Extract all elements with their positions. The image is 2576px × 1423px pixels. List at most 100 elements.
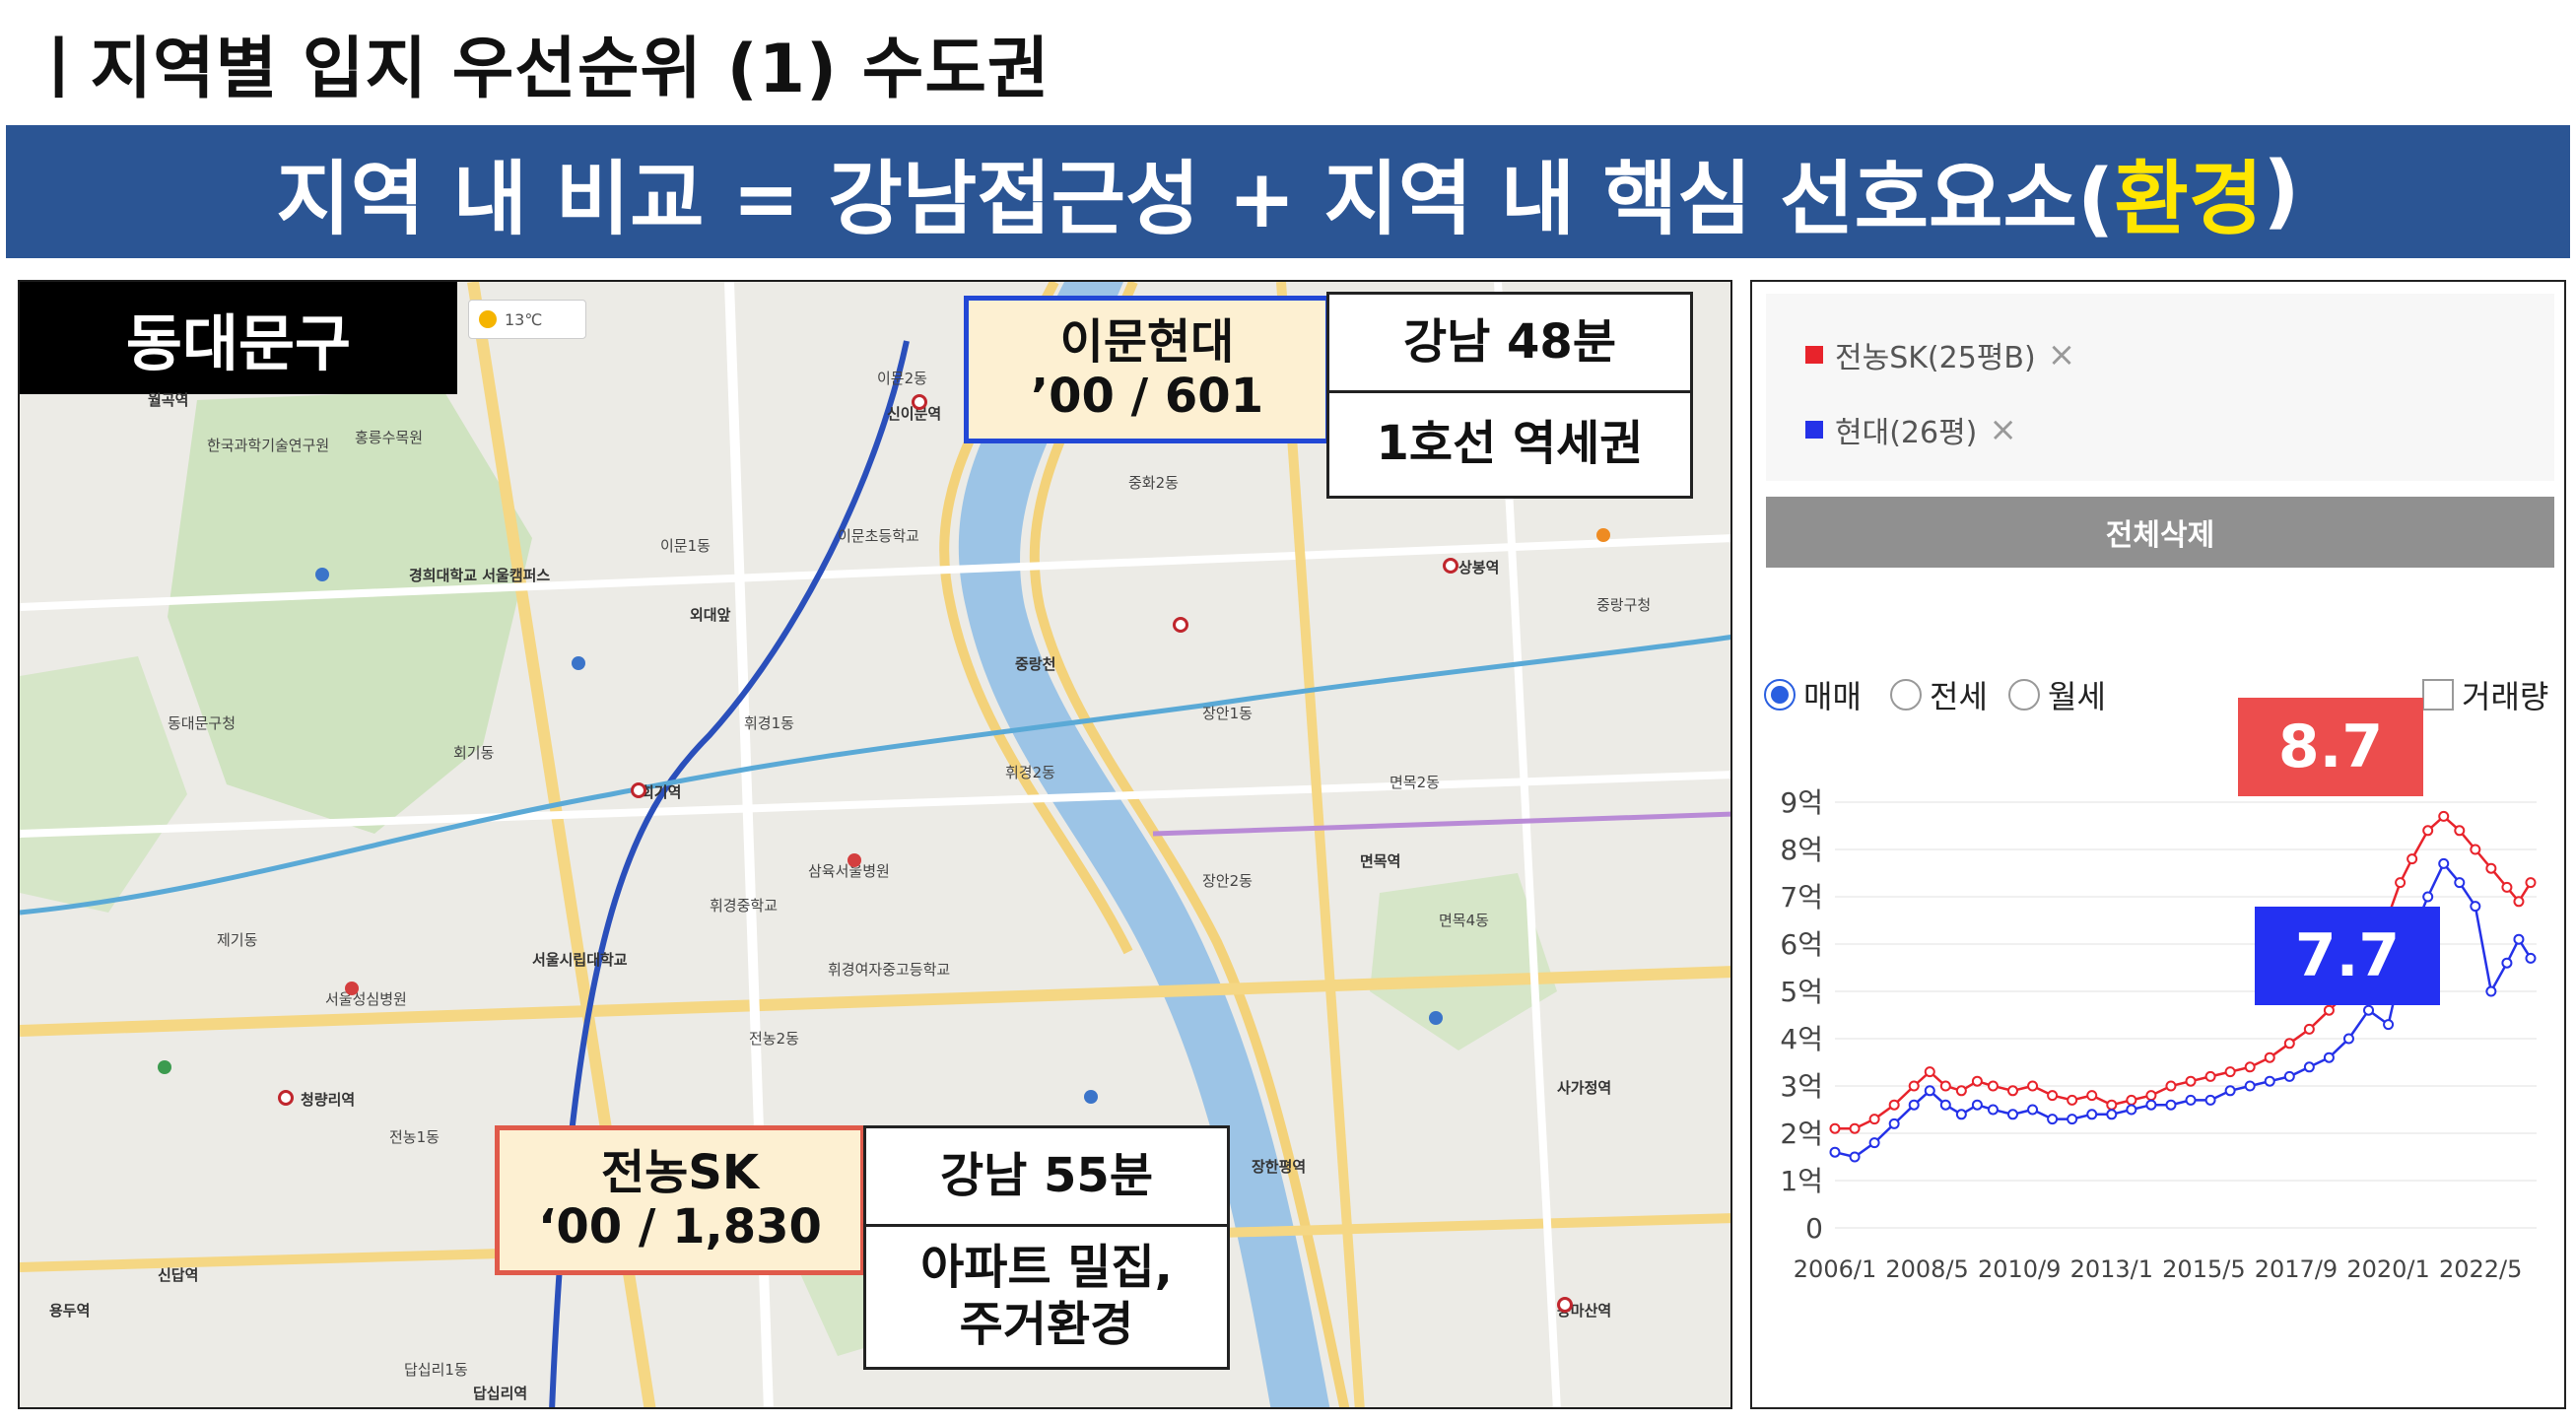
data-point (2470, 844, 2481, 855)
data-point (2342, 1033, 2354, 1045)
radio-jeonse[interactable]: 전세 (1890, 672, 1988, 717)
station-marker[interactable] (1443, 558, 1458, 574)
weather-chip[interactable]: 13℃ (468, 300, 586, 339)
place-pin[interactable] (572, 656, 585, 670)
station-marker[interactable] (1557, 1297, 1573, 1313)
y-tick-label: 7억 (1780, 881, 1823, 914)
data-point (2485, 985, 2497, 997)
data-point (2525, 952, 2537, 964)
radio-selected-icon[interactable] (1764, 679, 1796, 711)
station-marker[interactable] (912, 394, 927, 410)
x-tick-label: 2015/5 (2162, 1255, 2245, 1283)
map-label[interactable]: 상봉역 (1458, 560, 1499, 576)
map-panel[interactable]: 동대문구 13℃ 월곡역 홍릉수목원 한국과학기술연구원 경희대학교 서울캠퍼스… (18, 280, 1732, 1409)
map-label[interactable]: 사가정역 (1557, 1080, 1611, 1097)
data-point (2224, 1085, 2236, 1097)
map-label[interactable]: 답십리역 (473, 1386, 527, 1402)
map-label[interactable]: 장안1동 (1202, 706, 1253, 722)
place-pin[interactable] (1084, 1090, 1098, 1104)
map-label[interactable]: 이문1동 (660, 538, 711, 555)
radio-sale[interactable]: 매매 (1764, 672, 1862, 717)
map-label[interactable]: 휘경중학교 (710, 898, 778, 915)
map-label[interactable]: 제기동 (217, 932, 257, 949)
map-label[interactable]: 신답역 (158, 1267, 198, 1284)
y-tick-label: 1억 (1780, 1165, 1823, 1197)
hospital-pin[interactable] (847, 853, 861, 867)
jeon-commute: 강남 55분 (866, 1128, 1227, 1227)
data-point (2454, 877, 2466, 889)
map-label[interactable]: 동대문구청 (168, 715, 236, 732)
station-marker[interactable] (1173, 617, 1188, 633)
data-point (2204, 1070, 2216, 1082)
data-point (2422, 891, 2434, 903)
map-label[interactable]: 중화2동 (1128, 475, 1179, 492)
slide: ㅣ지역별 입지 우선순위 (1) 수도권 지역 내 비교 = 강남접근성 + 지… (0, 0, 2576, 1423)
station-marker[interactable] (278, 1090, 294, 1106)
map-label[interactable]: 청량리역 (301, 1092, 355, 1109)
place-pin[interactable] (315, 568, 329, 581)
data-point (2185, 1094, 2197, 1106)
radio-icon[interactable] (1890, 679, 1922, 711)
data-point (2244, 1080, 2256, 1092)
data-point (2047, 1090, 2059, 1102)
map-label[interactable]: 홍릉수목원 (355, 430, 423, 446)
red-peak-callout: 8.7 (2238, 698, 2423, 796)
data-point (2106, 1099, 2118, 1111)
data-point (2145, 1099, 2157, 1111)
data-point (1849, 1122, 1861, 1134)
data-point (2224, 1066, 2236, 1078)
map-label[interactable]: 중랑천 (1015, 656, 1055, 673)
map-label[interactable]: 서울성심병원 (325, 991, 407, 1008)
map-label[interactable]: 전농1동 (389, 1129, 440, 1146)
x-tick-label: 2022/5 (2439, 1255, 2522, 1283)
checkbox-icon[interactable] (2422, 679, 2454, 711)
data-point (2501, 881, 2513, 893)
y-tick-label: 9억 (1780, 786, 1823, 819)
x-tick-label: 2006/1 (1794, 1255, 1876, 1283)
map-label[interactable]: 서울시립대학교 (532, 952, 628, 969)
map-label[interactable]: 이문2동 (877, 371, 927, 387)
jeon-name: 전농SK (600, 1144, 760, 1200)
map-label[interactable]: 휘경여자중고등학교 (828, 962, 950, 979)
place-pin[interactable] (1429, 1011, 1443, 1025)
data-point (2165, 1099, 2177, 1111)
data-point (2407, 853, 2418, 865)
data-point (2007, 1085, 2019, 1097)
map-label[interactable]: 삼육서울병원 (808, 863, 890, 880)
map-label[interactable]: 장한평역 (1252, 1159, 1306, 1176)
hospital-pin[interactable] (345, 982, 359, 995)
map-label[interactable]: 외대앞 (690, 607, 730, 624)
jeon-feature-2: 주거환경 (959, 1297, 1134, 1352)
park-pin[interactable] (158, 1060, 171, 1074)
radio-icon[interactable] (2008, 679, 2040, 711)
volume-toggle[interactable]: 거래량 (2422, 672, 2548, 717)
map-label[interactable]: 답십리1동 (404, 1362, 468, 1379)
map-label[interactable]: 한국과학기술연구원 (207, 438, 329, 454)
map-label[interactable]: 면목2동 (1390, 775, 1440, 791)
station-marker[interactable] (631, 782, 646, 798)
map-label[interactable]: 면목역 (1360, 853, 1400, 870)
x-tick-label: 2020/1 (2346, 1255, 2429, 1283)
map-label[interactable]: 휘경1동 (744, 715, 794, 732)
data-point (1849, 1151, 1861, 1163)
slide-title: ㅣ지역별 입지 우선순위 (1) 수도권 (28, 31, 1051, 108)
shop-pin[interactable] (1596, 528, 1610, 542)
map-label[interactable]: 이문초등학교 (838, 528, 919, 545)
map-label[interactable]: 면목4동 (1439, 913, 1489, 929)
map-label[interactable]: 용두역 (49, 1303, 90, 1320)
map-label[interactable]: 회기역 (641, 784, 681, 801)
map-label[interactable]: 경희대학교 서울캠퍼스 (409, 568, 550, 584)
data-point (2067, 1114, 2078, 1125)
map-label[interactable]: 장안2동 (1202, 873, 1253, 890)
map-label[interactable]: 월곡역 (148, 392, 188, 409)
price-chart: 9억 8억 7억 6억 5억 4억 3억 2억 1억 0 2006/1 2008/5 2010/9 201… (1780, 786, 2537, 1283)
map-label[interactable]: 회기동 (453, 745, 494, 762)
data-point (1888, 1099, 1900, 1111)
data-point (2027, 1080, 2039, 1092)
map-label[interactable]: 전농2동 (749, 1031, 799, 1048)
map-label[interactable]: 중랑구청 (1596, 597, 1651, 614)
radio-monthly[interactable]: 월세 (2008, 672, 2106, 717)
map-label[interactable]: 휘경2동 (1005, 765, 1055, 781)
y-tick-label: 0 (1805, 1212, 1823, 1245)
checkbox-label: 거래량 (2462, 678, 2549, 715)
